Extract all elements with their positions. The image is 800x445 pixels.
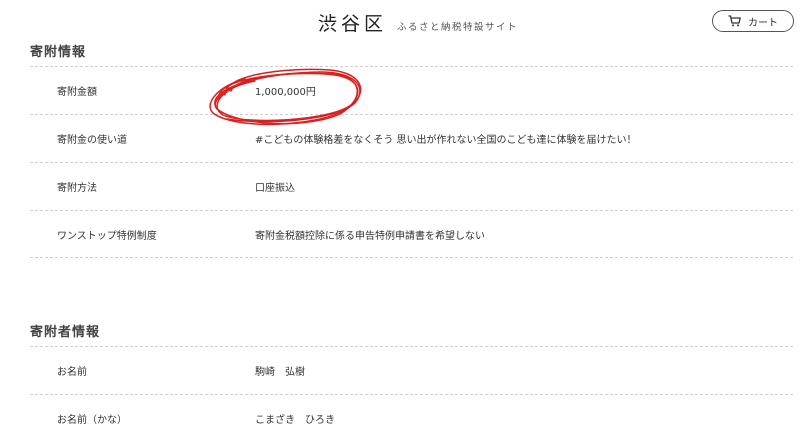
payment-method-value: 口座振込 [255, 183, 295, 194]
donor-info-title: 寄附者情報 [30, 325, 101, 340]
cart-label: カート [748, 17, 778, 29]
donation-info-section: 寄附情報 寄附金額 1,000,000円 寄附金の使い道 #こどもの体験格差をな… [30, 40, 793, 258]
one-stop-value: 寄附金税額控除に係る申告特例申請書を希望しない [255, 230, 485, 242]
page: 渋谷区 ふるさと納税特設サイト カート 寄附情報 寄附金額 1,000,000円… [0, 0, 800, 445]
site-brand[interactable]: 渋谷区 ふるさと納税特設サイト [318, 9, 518, 36]
site-logo: 渋谷区 [318, 13, 388, 35]
donation-purpose-value: #こどもの体験格差をなくそう 思い出が作れない全国のこども達に体験を届けたい！ [255, 135, 637, 146]
donation-purpose-row: 寄附金の使い道 #こどもの体験格差をなくそう 思い出が作れない全国のこども達に体… [30, 114, 793, 162]
cart-icon [728, 15, 741, 27]
one-stop-row: ワンストップ特例制度 寄附金税額控除に係る申告特例申請書を希望しない [30, 210, 793, 258]
row-label: お名前 [57, 367, 87, 378]
cart-button[interactable]: カート [712, 10, 794, 32]
payment-method-row: 寄附方法 口座振込 [30, 162, 793, 210]
donation-amount-row: 寄附金額 1,000,000円 [30, 66, 793, 114]
donor-name-value: 駒崎 弘樹 [255, 367, 305, 378]
row-label: 寄附金額 [57, 87, 97, 98]
donor-name-row: お名前 駒崎 弘樹 [30, 346, 793, 394]
donor-info-section: 寄附者情報 お名前 駒崎 弘樹 お名前（かな） こまざき ひろき [30, 320, 793, 442]
row-label: 寄附金の使い道 [57, 135, 127, 146]
row-label: 寄附方法 [57, 183, 97, 194]
row-label: お名前（かな） [57, 415, 127, 426]
row-label: ワンストップ特例制度 [57, 230, 157, 242]
site-subtitle: ふるさと納税特設サイト [397, 22, 519, 33]
donation-info-title: 寄附情報 [30, 45, 87, 60]
donation-amount-value: 1,000,000円 [255, 87, 316, 98]
donor-kana-row: お名前（かな） こまざき ひろき [30, 394, 793, 442]
donor-kana-value: こまざき ひろき [255, 415, 335, 426]
